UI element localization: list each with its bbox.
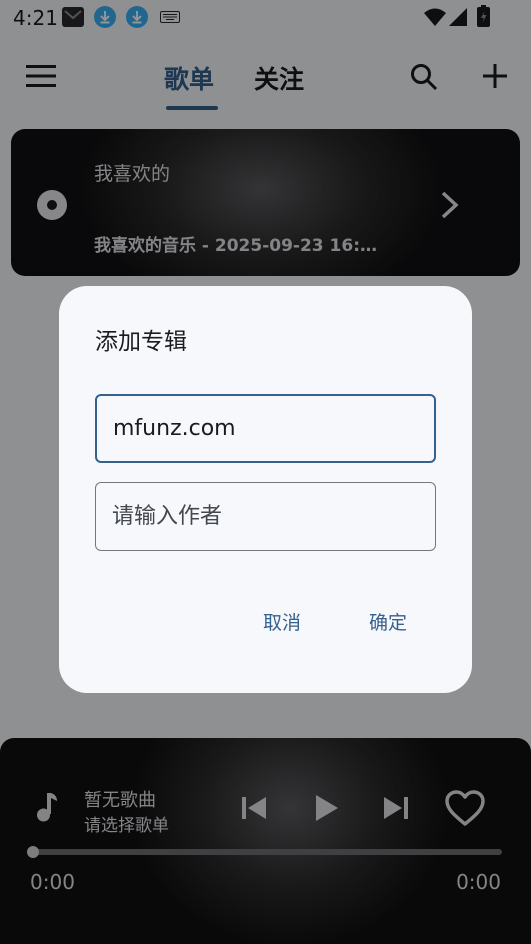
album-name-input[interactable] [113,396,423,461]
author-input[interactable] [112,483,422,550]
add-album-dialog: 添加专辑 取消 确定 [59,286,472,693]
author-field[interactable] [95,482,436,551]
cancel-button[interactable]: 取消 [263,608,301,635]
confirm-button[interactable]: 确定 [369,608,407,635]
dialog-title: 添加专辑 [95,329,187,355]
album-name-field[interactable] [95,394,436,463]
